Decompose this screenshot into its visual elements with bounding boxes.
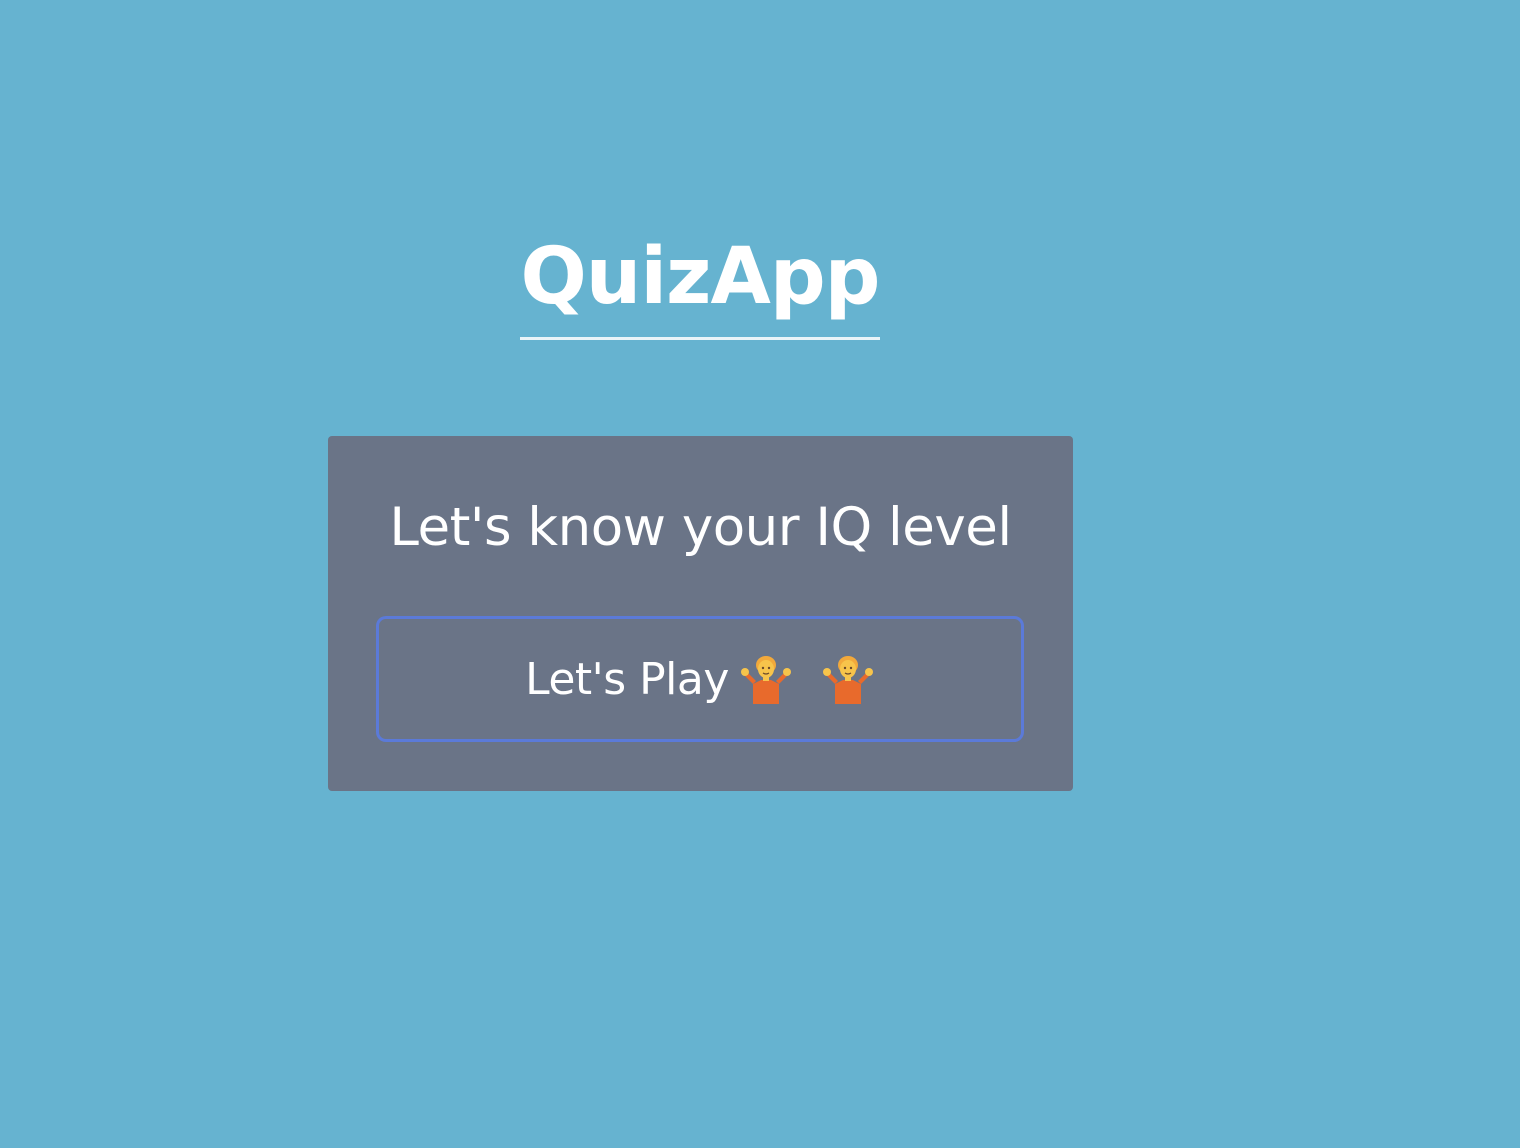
play-button-label: Let's Play [525, 653, 729, 705]
person-shrugging-icon [739, 654, 793, 704]
card-heading: Let's know your IQ level [389, 497, 1012, 558]
app-title: QuizApp [520, 222, 881, 340]
person-shrugging-icon [821, 654, 875, 704]
quiz-card: Let's know your IQ level Let's Play [328, 436, 1073, 791]
lets-play-button[interactable]: Let's Play [376, 616, 1024, 742]
